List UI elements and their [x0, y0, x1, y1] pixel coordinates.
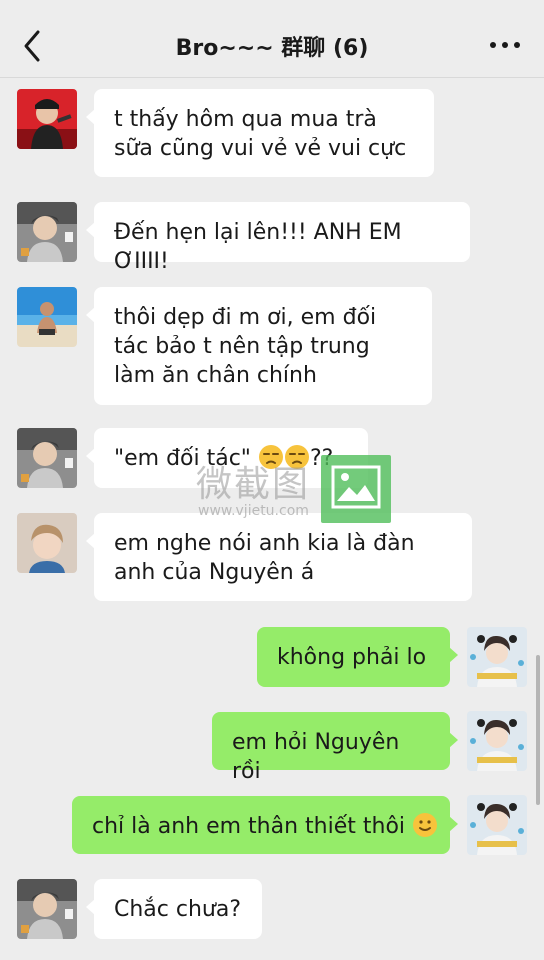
chat-header: Bro~~~ 群聊 (6)	[0, 0, 544, 78]
avatar-user-grey[interactable]	[17, 879, 77, 939]
message-text: "em đối tác"	[114, 446, 258, 471]
more-button[interactable]	[488, 34, 522, 56]
slightly-smiling-emoji-icon	[412, 812, 438, 846]
message-bubble[interactable]: em nghe nói anh kia là đàn anh của Nguyê…	[86, 513, 472, 601]
message-bubble[interactable]: Chắc chưa?	[86, 879, 262, 939]
avatar-user-beach[interactable]	[17, 287, 77, 347]
message-text: chỉ là anh em thân thiết thôi	[92, 814, 413, 839]
scrollbar[interactable]	[536, 655, 540, 805]
avatar-self[interactable]	[467, 711, 527, 771]
avatar-user-grey[interactable]	[17, 202, 77, 262]
avatar-user-blond[interactable]	[17, 513, 77, 573]
chat-title: Bro~~~ 群聊 (6)	[175, 36, 369, 61]
message-bubble-self[interactable]: em hỏi Nguyên rồi	[212, 712, 458, 784]
avatar-self[interactable]	[467, 795, 527, 855]
avatar-user-red[interactable]	[17, 89, 77, 149]
avatar-self[interactable]	[467, 627, 527, 687]
message-bubble[interactable]: t thấy hôm qua mua trà sữa cũng vui vẻ v…	[86, 89, 434, 177]
message-bubble-self[interactable]: không phải lo	[257, 627, 458, 687]
more-dots-icon	[490, 42, 520, 48]
message-bubble[interactable]: Đến hẹn lại lên!!! ANH EM ƠIIII!	[86, 202, 470, 274]
avatar-user-grey[interactable]	[17, 428, 77, 488]
message-bubble-self[interactable]: chỉ là anh em thân thiết thôi	[72, 796, 458, 854]
unamused-emoji-icon	[258, 444, 284, 478]
unamused-emoji-icon	[284, 444, 310, 478]
message-bubble[interactable]: "em đối tác" ??	[86, 428, 368, 488]
message-text: ??	[309, 446, 334, 471]
message-bubble[interactable]: thôi dẹp đi m ơi, em đối tác bảo t nên t…	[86, 287, 432, 405]
